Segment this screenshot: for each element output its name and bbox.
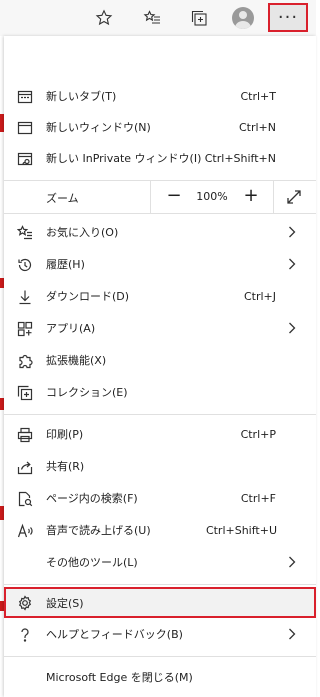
share-icon (16, 458, 33, 475)
menu-item-apps[interactable]: アプリ(A) (4, 313, 316, 343)
menu-item-new-inprivate[interactable]: 新しい InPrivate ウィンドウ(I) Ctrl+Shift+N (4, 143, 316, 173)
menu-item-find-on-page[interactable]: ページ内の検索(F) Ctrl+F (4, 483, 316, 513)
settings-and-more-button[interactable]: ··· (268, 3, 308, 32)
puzzle-icon (16, 352, 33, 369)
menu-item-label: 新しいウィンドウ(N) (46, 121, 151, 134)
zoom-divider (150, 181, 151, 213)
menu-item-downloads[interactable]: ダウンロード(D) Ctrl+J (4, 281, 316, 311)
menu-item-favorites[interactable]: お気に入り(O) (4, 217, 316, 247)
menu-item-extensions[interactable]: 拡張機能(X) (4, 345, 316, 375)
menu-item-label: 印刷(P) (46, 428, 84, 441)
find-in-page-icon (16, 490, 33, 507)
zoom-row: ズーム − 100% + (4, 180, 316, 214)
chevron-right-icon (288, 556, 296, 568)
menu-item-shortcut: Ctrl+J (243, 289, 276, 303)
star-outline-icon (95, 9, 113, 26)
gear-icon (16, 594, 33, 611)
menu-item-new-window[interactable]: 新しいウィンドウ(N) Ctrl+N (4, 112, 316, 142)
help-question-icon (16, 626, 33, 643)
menu-item-label: お気に入り(O) (46, 226, 119, 239)
menu-item-label: ダウンロード(D) (46, 290, 130, 303)
menu-item-label: その他のツール(L) (46, 556, 138, 569)
menu-item-label: 新しい InPrivate ウィンドウ(I) (46, 152, 202, 165)
menu-item-more-tools[interactable]: その他のツール(L) (4, 547, 316, 577)
zoom-label: ズーム (46, 192, 79, 205)
download-icon (16, 288, 33, 305)
zoom-out-button[interactable]: − (164, 185, 184, 207)
chevron-right-icon (288, 226, 296, 238)
collections-icon (191, 10, 207, 26)
menu-item-shortcut: Ctrl+F (240, 491, 276, 505)
menu-item-print[interactable]: 印刷(P) Ctrl+P (4, 419, 316, 449)
menu-item-shortcut: Ctrl+T (240, 89, 276, 103)
menu-item-shortcut: Ctrl+Shift+U (205, 523, 277, 537)
menu-item-label: 設定(S) (46, 596, 84, 610)
chevron-right-icon (288, 258, 296, 270)
history-icon (16, 256, 33, 273)
collections-icon (16, 384, 33, 401)
menu-item-help[interactable]: ヘルプとフィードバック(B) (4, 619, 316, 649)
favorites-list-icon (143, 10, 160, 24)
favorites-icon (16, 224, 33, 241)
add-favorite-star-icon[interactable] (90, 4, 118, 32)
menu-item-close-edge[interactable]: Microsoft Edge を閉じる(M) (4, 662, 316, 692)
menu-item-label: ページ内の検索(F) (46, 492, 138, 505)
menu-item-shortcut: Ctrl+N (238, 120, 276, 134)
menu-item-settings[interactable]: 設定(S) (4, 587, 316, 618)
menu-item-label: 新しいタブ(T) (46, 90, 117, 103)
new-tab-icon (16, 88, 33, 105)
menu-item-label: 音声で読み上げる(U) (46, 524, 151, 537)
menu-item-history[interactable]: 履歴(H) (4, 249, 316, 279)
menu-item-collections[interactable]: コレクション(E) (4, 377, 316, 407)
settings-menu: 新しいタブ(T) Ctrl+T 新しいウィンドウ(N) Ctrl+N 新しい I… (4, 36, 316, 697)
fullscreen-icon[interactable] (286, 189, 302, 205)
inprivate-window-icon (16, 150, 33, 167)
read-aloud-icon (16, 522, 33, 539)
menu-item-shortcut: Ctrl+Shift+N (204, 151, 276, 165)
menu-item-label: コレクション(E) (46, 386, 128, 399)
zoom-divider (273, 181, 274, 213)
menu-item-read-aloud[interactable]: 音声で読み上げる(U) Ctrl+Shift+U (4, 515, 316, 545)
zoom-level: 100% (196, 190, 228, 203)
menu-item-new-tab[interactable]: 新しいタブ(T) Ctrl+T (4, 81, 316, 111)
chevron-right-icon (288, 628, 296, 640)
menu-item-label: Microsoft Edge を閉じる(M) (46, 671, 193, 684)
profile-avatar-button[interactable] (229, 4, 257, 32)
menu-item-shortcut: Ctrl+P (240, 427, 276, 441)
apps-icon (16, 320, 33, 337)
avatar-icon (232, 7, 254, 29)
browser-toolbar: ··· (0, 0, 316, 37)
printer-icon (16, 426, 33, 443)
zoom-in-button[interactable]: + (241, 185, 261, 207)
favorites-button[interactable] (138, 4, 166, 32)
more-dots-icon: ··· (277, 7, 299, 28)
menu-item-share[interactable]: 共有(R) (4, 451, 316, 481)
menu-divider (4, 584, 316, 585)
chevron-right-icon (288, 322, 296, 334)
menu-divider (4, 656, 316, 657)
menu-item-label: 拡張機能(X) (46, 354, 107, 367)
menu-item-label: ヘルプとフィードバック(B) (46, 628, 183, 641)
collections-button[interactable] (185, 4, 213, 32)
menu-item-label: 共有(R) (46, 460, 85, 473)
menu-item-label: アプリ(A) (46, 322, 96, 335)
new-window-icon (16, 119, 33, 136)
menu-item-label: 履歴(H) (46, 258, 85, 271)
menu-divider (4, 414, 316, 415)
